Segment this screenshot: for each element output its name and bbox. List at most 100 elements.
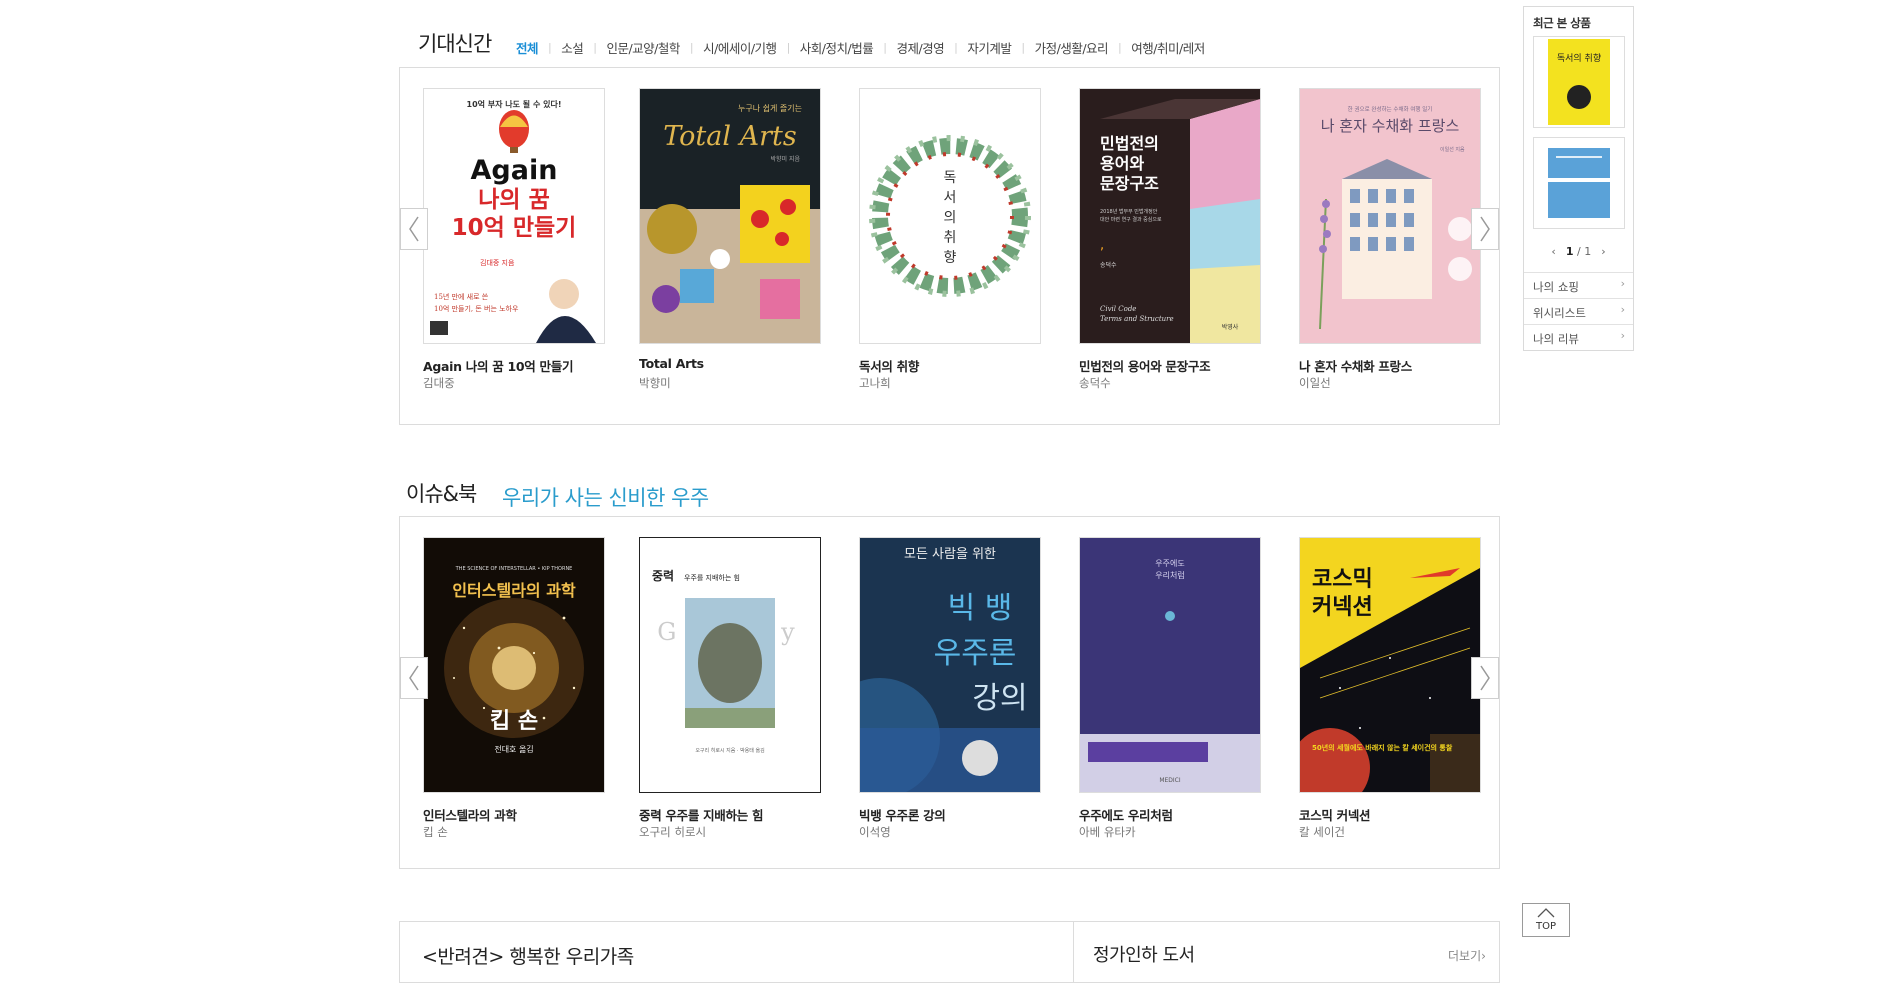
chevron-right-icon: › xyxy=(1620,277,1625,290)
more-link[interactable]: 더보기› xyxy=(1448,947,1486,964)
svg-text:모든 사람을 위한: 모든 사람을 위한 xyxy=(904,547,996,562)
carousel-next-button[interactable] xyxy=(1471,657,1499,699)
svg-text:문장구조: 문장구조 xyxy=(1100,174,1159,193)
carousel-prev-button[interactable] xyxy=(400,657,428,699)
book-title[interactable]: Total Arts xyxy=(639,356,704,371)
chevron-left-icon xyxy=(409,665,419,691)
tab-poetry-essay[interactable]: 시/에세이/기행 xyxy=(703,38,777,57)
book-title[interactable]: Again 나의 꿈 10억 만들기 xyxy=(423,356,573,375)
svg-text:우주를 지배하는 힘: 우주를 지배하는 힘 xyxy=(684,573,740,582)
book-cover[interactable]: 누구나 쉽게 즐기는 Total Arts 박향미 지음 xyxy=(639,88,821,344)
svg-text:우주에도: 우주에도 xyxy=(1155,559,1184,568)
svg-text:박영사: 박영사 xyxy=(1222,323,1239,331)
book-author[interactable]: 김대중 xyxy=(423,375,455,391)
book-cover[interactable]: 중력 우주를 지배하는 힘 Gravity 오구리 히로시 지음 · 박용태 옮… xyxy=(639,537,821,793)
book-author[interactable]: 오구리 히로시 xyxy=(639,824,706,840)
tab-separator: | xyxy=(1021,41,1025,54)
issue-books-title: 이슈&북 xyxy=(406,482,477,506)
book-cover[interactable]: 우주에도 우리처럼 MEDICI xyxy=(1079,537,1261,793)
recent-book-cover: 독서의 취향 xyxy=(1548,39,1610,125)
book-author[interactable]: 이일선 xyxy=(1299,375,1331,391)
chevron-left-icon[interactable]: ‹ xyxy=(1551,245,1555,258)
carousel-prev-button[interactable] xyxy=(400,208,428,250)
book-cover[interactable]: 모든 사람을 위한 빅 뱅 우주론 강의 xyxy=(859,537,1041,793)
svg-text:독서의 취향: 독서의 취향 xyxy=(1557,52,1601,64)
svg-text:용어와: 용어와 xyxy=(1100,154,1144,173)
carousel-next-button[interactable] xyxy=(1471,208,1499,250)
book-title[interactable]: 나 혼자 수채화 프랑스 xyxy=(1299,356,1412,375)
svg-text:송덕수: 송덕수 xyxy=(1100,261,1117,269)
tab-all[interactable]: 전체 xyxy=(516,38,539,57)
book-author[interactable]: 칼 세이건 xyxy=(1299,824,1345,840)
pet-section-title[interactable]: <반려견> 행복한 우리가족 xyxy=(422,942,634,969)
recent-item-thumb[interactable]: 독서의 취향 xyxy=(1533,36,1625,128)
book-cover-image: 10억 부자 나도 될 수 있다! Again 나의 꿈 10억 만들기 김대중… xyxy=(424,89,604,343)
book-cover-image: 우주에도 우리처럼 MEDICI xyxy=(1080,538,1260,792)
book-author[interactable]: 고나희 xyxy=(859,375,891,391)
svg-text:향: 향 xyxy=(944,250,957,266)
svg-text:서: 서 xyxy=(944,190,957,206)
tab-self-help[interactable]: 자기계발 xyxy=(967,38,1012,57)
tab-society-politics[interactable]: 사회/정치/법률 xyxy=(800,38,874,57)
sidebar-link-my-shopping[interactable]: 나의 쇼핑 › xyxy=(1524,272,1633,299)
svg-text:의: 의 xyxy=(944,210,957,226)
sidebar-link-my-reviews[interactable]: 나의 리뷰 › xyxy=(1524,324,1633,351)
tab-separator: | xyxy=(1118,41,1122,54)
book-cover-image: 코스믹 커넥션 50년의 세월에도 바래지 않는 칼 세이건의 통찰 xyxy=(1300,538,1480,792)
chevron-right-icon[interactable]: › xyxy=(1601,245,1605,258)
book-title[interactable]: 민법전의 용어와 문장구조 xyxy=(1079,356,1211,375)
book-title[interactable]: 빅뱅 우주론 강의 xyxy=(859,805,946,824)
chevron-left-icon xyxy=(409,216,419,242)
page-current: 1 xyxy=(1565,245,1574,258)
page-total: 1 xyxy=(1584,245,1592,258)
book-cover[interactable]: 10억 부자 나도 될 수 있다! Again 나의 꿈 10억 만들기 김대중… xyxy=(423,88,605,344)
tab-novel[interactable]: 소설 xyxy=(561,38,584,57)
book-cover[interactable]: 한 권으로 완성하는 수채화 여행 일기 나 혼자 수채화 프랑스 이일선 지음 xyxy=(1299,88,1481,344)
book-author[interactable]: 킵 손 xyxy=(423,824,448,840)
category-tabs: 전체 | 소설 | 인문/교양/철학 | 시/에세이/기행 | 사회/정치/법률 | 경제… xyxy=(516,38,1205,57)
book-cover[interactable]: THE SCIENCE OF INTERSTELLAR • KIP THORNE… xyxy=(423,537,605,793)
tab-economy[interactable]: 경제/경영 xyxy=(896,38,944,57)
svg-text:Total Arts: Total Arts xyxy=(663,121,796,152)
tab-separator: | xyxy=(689,41,694,54)
scroll-to-top-button[interactable]: TOP xyxy=(1522,903,1570,937)
book-author[interactable]: 아베 유타카 xyxy=(1079,824,1136,840)
book-cover-image: 민법전의 용어와 문장구조 2018년 법무부 민법개정안 대안 마련 연구 결… xyxy=(1080,89,1260,343)
book-title[interactable]: 독서의 취향 xyxy=(859,356,919,375)
book-cover-image: 누구나 쉽게 즐기는 Total Arts 박향미 지음 xyxy=(640,89,820,343)
svg-text:Civil Code: Civil Code xyxy=(1100,305,1136,313)
book-title[interactable]: 우주에도 우리처럼 xyxy=(1079,805,1173,824)
book-title[interactable]: 코스믹 커넥션 xyxy=(1299,805,1371,824)
tab-separator: | xyxy=(548,41,552,54)
book-author[interactable]: 이석영 xyxy=(859,824,891,840)
issue-books-carousel: THE SCIENCE OF INTERSTELLAR • KIP THORNE… xyxy=(399,516,1500,869)
svg-text:10억 만들기, 돈 버는 노하우: 10억 만들기, 돈 버는 노하우 xyxy=(434,304,519,313)
sidebar-link-wishlist[interactable]: 위시리스트 › xyxy=(1524,298,1633,325)
svg-text:오구리 히로시 지음 · 박용태 옮김: 오구리 히로시 지음 · 박용태 옮김 xyxy=(695,747,764,754)
book-cover-image: 독 서 의 취 향 xyxy=(860,89,1040,343)
svg-text:민법전의: 민법전의 xyxy=(1100,134,1159,153)
recent-item-thumb[interactable] xyxy=(1533,137,1625,229)
book-title[interactable]: 인터스텔라의 과학 xyxy=(423,805,517,824)
book-author[interactable]: 박향미 xyxy=(639,375,671,391)
page-separator: / xyxy=(1576,245,1581,258)
svg-text:나의 꿈: 나의 꿈 xyxy=(478,187,550,213)
chevron-right-icon: › xyxy=(1620,303,1625,316)
book-author[interactable]: 송덕수 xyxy=(1079,375,1111,391)
tab-humanities[interactable]: 인문/교양/철학 xyxy=(606,38,680,57)
svg-text:한 권으로 완성하는 수채화 여행 일기: 한 권으로 완성하는 수채화 여행 일기 xyxy=(1348,105,1433,113)
svg-text:우주론: 우주론 xyxy=(934,636,1017,671)
tab-travel-hobby[interactable]: 여행/취미/레저 xyxy=(1131,38,1205,57)
book-cover[interactable]: 코스믹 커넥션 50년의 세월에도 바래지 않는 칼 세이건의 통찰 xyxy=(1299,537,1481,793)
issue-books-subtitle[interactable]: 우리가 사는 신비한 우주 xyxy=(502,482,709,512)
book-title[interactable]: 중력 우주를 지배하는 힘 xyxy=(639,805,763,824)
tab-home-life[interactable]: 가정/생활/요리 xyxy=(1035,38,1109,57)
recent-book-cover xyxy=(1548,148,1610,218)
tab-separator: | xyxy=(786,41,791,54)
divider xyxy=(1073,922,1074,982)
book-cover[interactable]: 민법전의 용어와 문장구조 2018년 법무부 민법개정안 대안 마련 연구 결… xyxy=(1079,88,1261,344)
chevron-right-icon xyxy=(1480,665,1490,691)
svg-text:킵 손: 킵 손 xyxy=(490,709,538,734)
recent-pager: ‹ 1 / 1 › xyxy=(1524,245,1633,258)
book-cover[interactable]: 독 서 의 취 향 xyxy=(859,88,1041,344)
